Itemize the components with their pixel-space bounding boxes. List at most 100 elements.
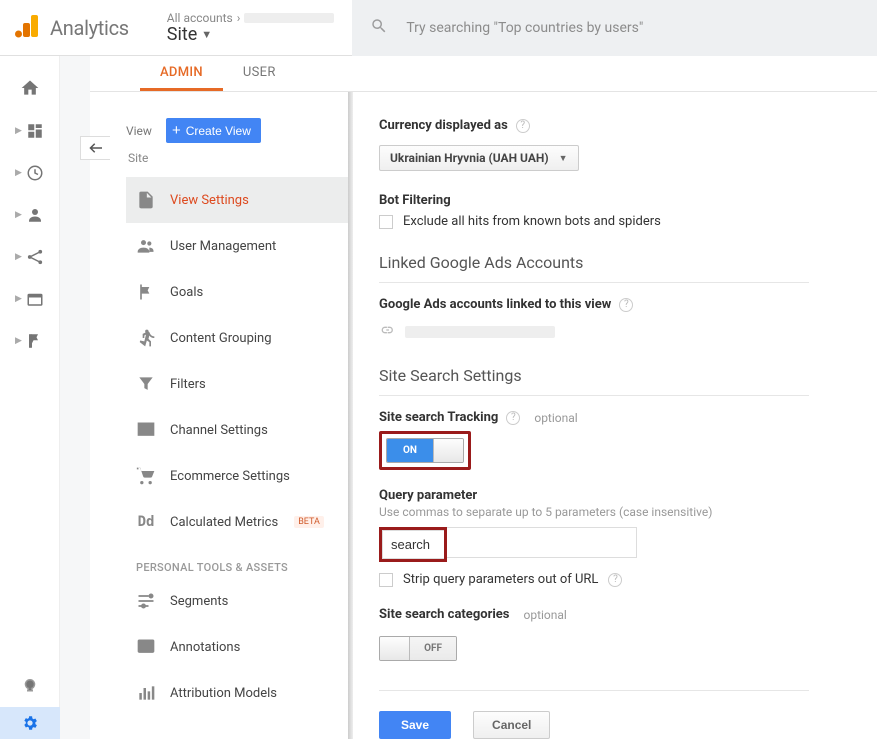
sidebar-item-user-management[interactable]: User Management (126, 223, 350, 269)
help-icon[interactable]: ? (506, 411, 520, 425)
ss-tracking-label: Site search Tracking (379, 410, 498, 425)
sidebar-section-heading: PERSONAL TOOLS & ASSETS (136, 561, 350, 574)
chevron-right-icon: › (237, 11, 241, 25)
toggle-handle (433, 439, 463, 462)
toggle-on-label: ON (387, 439, 433, 462)
sidebar-item-view-settings[interactable]: View Settings (126, 177, 350, 223)
page-icon (136, 190, 156, 210)
currency-value: Ukrainian Hryvnia (UAH UAH) (390, 151, 549, 165)
breadcrumb-top: All accounts (167, 11, 233, 25)
optional-label: optional (534, 411, 577, 425)
annotation-icon (136, 637, 156, 657)
help-icon[interactable]: ? (619, 298, 633, 312)
create-view-button[interactable]: + Create View (166, 118, 261, 143)
search-placeholder: Try searching "Top countries by users" (406, 20, 643, 36)
back-button[interactable] (80, 136, 110, 160)
sidebar-item-content-grouping[interactable]: Content Grouping (126, 315, 350, 361)
sidebar-item-segments[interactable]: Segments (126, 578, 350, 624)
conversions-icon[interactable]: ▶ (15, 332, 44, 350)
optional-label: optional (524, 608, 567, 622)
admin-gear-icon[interactable] (0, 707, 60, 739)
tab-user[interactable]: USER (223, 56, 296, 91)
plus-icon: + (172, 122, 181, 139)
linked-account-redacted (405, 326, 555, 338)
top-header: Analytics All accounts › Site ▼ Try sear… (0, 0, 877, 56)
cancel-button[interactable]: Cancel (473, 711, 550, 739)
segments-icon (136, 591, 156, 611)
sidebar-item-ecommerce-settings[interactable]: Ecommerce Settings (126, 453, 350, 499)
help-icon[interactable]: ? (516, 119, 530, 133)
audience-icon[interactable]: ▶ (15, 206, 44, 224)
acquisition-icon[interactable]: ▶ (15, 248, 44, 266)
link-icon (379, 322, 395, 342)
settings-detail: Currency displayed as ? Ukrainian Hryvni… (353, 92, 877, 739)
sidebar-item-filters[interactable]: Filters (126, 361, 350, 407)
ss-categories-toggle[interactable]: OFF (379, 636, 457, 661)
discover-icon[interactable] (21, 675, 39, 693)
beta-badge: BETA (294, 516, 324, 528)
help-icon[interactable]: ? (608, 573, 622, 587)
funnel-icon (136, 374, 156, 394)
search-icon (370, 17, 388, 39)
sidebar-item-label: View Settings (170, 193, 249, 208)
query-param-input[interactable] (382, 530, 444, 559)
ss-categories-label: Site search categories (379, 607, 510, 622)
sidebar-item-attribution-models[interactable]: Attribution Models (126, 670, 350, 716)
sidebar-item-annotations[interactable]: Annotations (126, 624, 350, 670)
breadcrumb[interactable]: All accounts › Site ▼ (167, 11, 335, 45)
chevron-down-icon: ▼ (559, 153, 568, 164)
search-bar[interactable]: Try searching "Top countries by users" (352, 0, 877, 56)
sidebar-item-label: Filters (170, 377, 206, 392)
customization-icon[interactable]: ▶ (15, 122, 44, 140)
sidebar-item-label: Goals (170, 285, 203, 300)
ss-tracking-highlight: ON (379, 431, 471, 470)
query-param-input-extension[interactable] (447, 527, 637, 558)
sidebar-item-label: User Management (170, 239, 276, 254)
currency-dropdown[interactable]: Ukrainian Hryvnia (UAH UAH) ▼ (379, 145, 579, 171)
tab-admin[interactable]: ADMIN (140, 56, 223, 91)
breadcrumb-account-redacted (244, 13, 334, 23)
bot-filtering-title: Bot Filtering (379, 193, 877, 208)
sidebar-item-label: Annotations (170, 640, 240, 655)
people-icon (136, 236, 156, 256)
site-label: Site (128, 151, 350, 165)
create-view-label: Create View (186, 124, 251, 138)
chevron-down-icon: ▼ (201, 28, 212, 41)
strip-query-checkbox[interactable] (379, 573, 393, 587)
admin-tabs: ADMIN USER (90, 56, 877, 92)
ss-tracking-toggle[interactable]: ON (386, 438, 464, 463)
linked-account-item[interactable] (379, 322, 877, 342)
sidebar-item-channel-settings[interactable]: Channel Settings (126, 407, 350, 453)
person-run-icon (136, 328, 156, 348)
currency-label: Currency displayed as (379, 118, 508, 133)
view-label: View (126, 124, 152, 138)
left-nav-rail: ▶ ▶ ▶ ▶ ▶ ▶ (0, 56, 60, 739)
toggle-handle (380, 637, 410, 660)
sidebar-item-goals[interactable]: Goals (126, 269, 350, 315)
site-search-heading: Site Search Settings (379, 366, 809, 396)
breadcrumb-site: Site (167, 24, 198, 45)
cart-icon (136, 466, 156, 486)
sidebar-item-label: Attribution Models (170, 686, 277, 701)
toggle-off-label: OFF (410, 637, 456, 660)
strip-query-label: Strip query parameters out of URL (403, 572, 598, 587)
sidebar-item-label: Channel Settings (170, 423, 268, 438)
save-button[interactable]: Save (379, 711, 451, 739)
sidebar-item-calculated-metrics[interactable]: Dd Calculated Metrics BETA (126, 499, 350, 545)
home-icon[interactable] (20, 78, 40, 98)
dd-icon: Dd (136, 512, 156, 532)
channel-icon (136, 420, 156, 440)
bot-filtering-label: Exclude all hits from known bots and spi… (403, 214, 661, 229)
realtime-icon[interactable]: ▶ (15, 164, 44, 182)
bars-icon (136, 683, 156, 703)
linked-sub-label: Google Ads accounts linked to this view (379, 297, 611, 312)
bot-filtering-checkbox[interactable] (379, 215, 393, 229)
query-param-label: Query parameter (379, 488, 877, 503)
query-param-highlight (379, 527, 447, 562)
sidebar-item-label: Ecommerce Settings (170, 469, 290, 484)
query-param-help: Use commas to separate up to 5 parameter… (379, 505, 809, 519)
analytics-logo-icon (14, 13, 40, 43)
app-name: Analytics (50, 16, 129, 40)
behavior-icon[interactable]: ▶ (15, 290, 44, 308)
flag-icon (136, 282, 156, 302)
